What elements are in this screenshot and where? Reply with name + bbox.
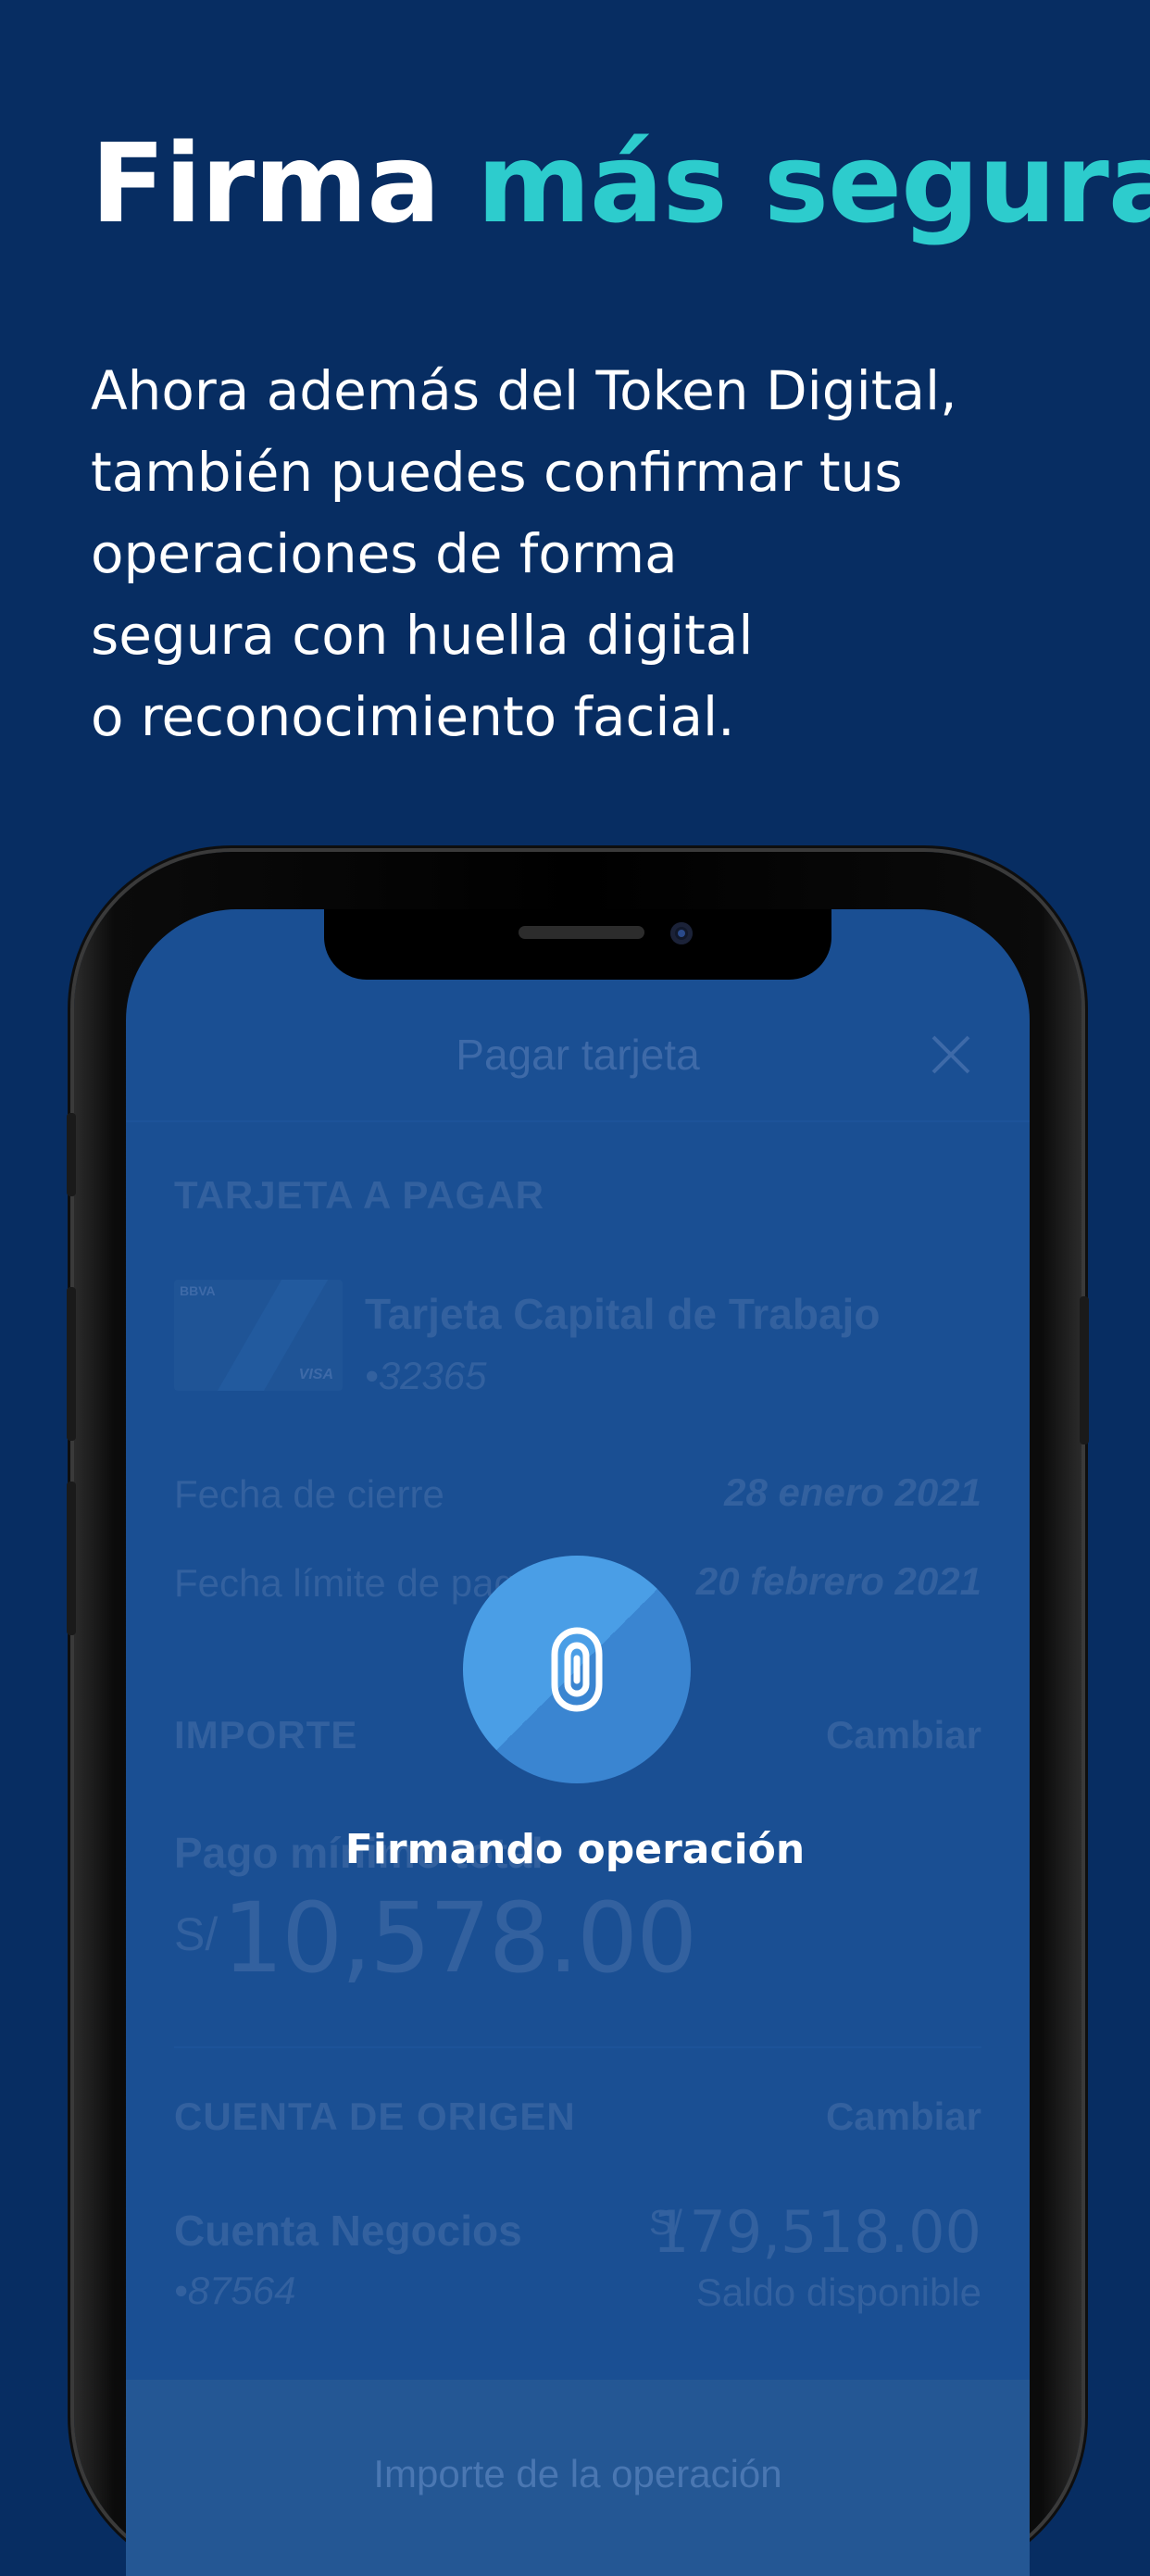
volume-up-button (67, 1287, 76, 1441)
visa-logo: VISA (298, 1367, 333, 1382)
card-brand-logo: BBVA (180, 1283, 216, 1298)
silent-switch (67, 1113, 76, 1196)
due-date-value: 20 febrero 2021 (695, 1559, 981, 1603)
account-number: •87564 (174, 2269, 296, 2312)
nav-divider (126, 1120, 1030, 1122)
subtitle: Ahora además del Token Digital, también … (91, 350, 1072, 757)
speaker (519, 926, 644, 939)
amount-section-title: IMPORTE (174, 1713, 358, 1757)
power-button (1080, 1296, 1089, 1444)
notch (324, 909, 831, 980)
card-section-title: TARJETA A PAGAR (174, 1173, 544, 1217)
card-image: BBVA VISA (174, 1280, 343, 1391)
change-amount-link[interactable]: Cambiar (826, 1713, 981, 1757)
fingerprint-badge (463, 1556, 691, 1783)
headline-accent: más segura (476, 119, 1150, 247)
change-account-link[interactable]: Cambiar (826, 2095, 981, 2139)
headline-part1: Firma (91, 119, 441, 247)
due-date-label: Fecha límite de pago (174, 1561, 538, 1605)
card-name: Tarjeta Capital de Trabajo (365, 1290, 881, 1338)
balance-label: Saldo disponible (695, 2270, 981, 2314)
closing-date-label: Fecha de cierre (174, 1472, 444, 1516)
payment-amount: 10,578.00 (222, 1882, 697, 1995)
volume-down-button (67, 1482, 76, 1635)
account-balance: 179,518.00 (653, 2198, 981, 2266)
subtitle-line: Ahora además del Token Digital, (91, 359, 957, 422)
currency-symbol: S/ (174, 1908, 219, 1960)
origin-section-title: CUENTA DE ORIGEN (174, 2095, 576, 2138)
section-divider (174, 2046, 981, 2048)
subtitle-line: operaciones de forma (91, 522, 678, 585)
subtitle-line: también puedes confirmar tus (91, 441, 903, 504)
close-icon[interactable] (930, 1033, 972, 1076)
headline: Firma más segura (91, 119, 1150, 248)
fingerprint-icon (551, 1627, 603, 1712)
closing-date-value: 28 enero 2021 (724, 1470, 981, 1514)
subtitle-line: o reconocimiento facial. (91, 685, 735, 748)
operation-amount-label: Importe de la operación (373, 2452, 782, 2495)
signing-status: Firmando operación (344, 1826, 806, 1873)
subtitle-line: segura con huella digital (91, 604, 754, 667)
camera (670, 922, 693, 944)
account-name: Cuenta Negocios (174, 2207, 522, 2255)
card-number: •32365 (365, 1354, 487, 1397)
nav-title: Pagar tarjeta (456, 1031, 700, 1079)
